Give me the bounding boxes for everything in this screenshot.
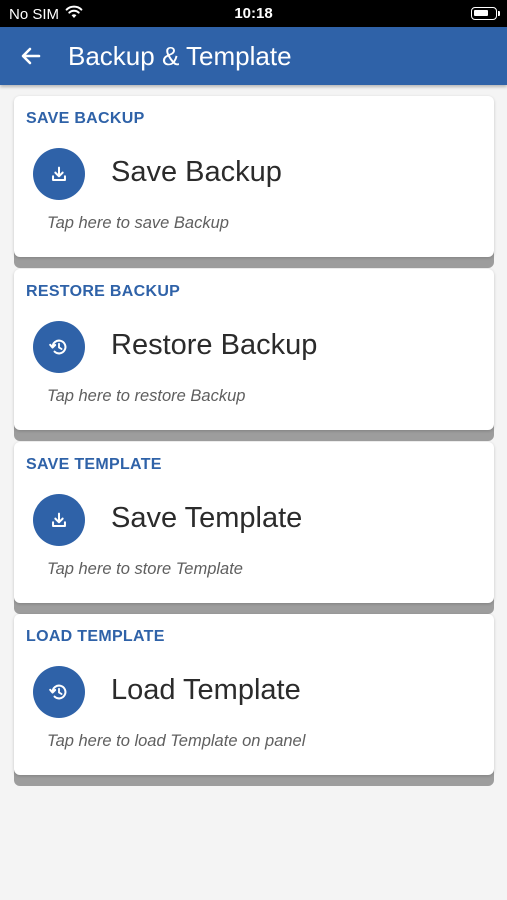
card-hint: Tap here to restore Backup	[47, 387, 246, 405]
restore-backup-card[interactable]: RESTORE BACKUP Restore Backup Tap here t…	[14, 269, 494, 441]
history-icon[interactable]	[33, 666, 85, 718]
section-label: RESTORE BACKUP	[26, 283, 181, 300]
battery-icon	[471, 7, 500, 20]
page-title: Backup & Template	[68, 41, 292, 71]
section-label: LOAD TEMPLATE	[26, 628, 165, 645]
card-hint: Tap here to load Template on panel	[47, 732, 306, 750]
app-bar: Backup & Template	[0, 27, 507, 85]
history-icon[interactable]	[33, 321, 85, 373]
card-body[interactable]: SAVE BACKUP Save Backup Tap here to save…	[14, 96, 494, 257]
card-title[interactable]: Load Template	[111, 674, 301, 707]
download-icon[interactable]	[33, 494, 85, 546]
card-body[interactable]: LOAD TEMPLATE Load Template Tap here to …	[14, 614, 494, 775]
status-bar: No SIM 10:18	[0, 0, 507, 27]
save-template-card[interactable]: SAVE TEMPLATE Save Template Tap here to …	[14, 442, 494, 614]
section-label: SAVE BACKUP	[26, 110, 145, 127]
card-body[interactable]: RESTORE BACKUP Restore Backup Tap here t…	[14, 269, 494, 430]
card-title[interactable]: Save Backup	[111, 156, 282, 189]
arrow-left-icon	[21, 47, 41, 65]
card-hint: Tap here to save Backup	[47, 214, 229, 232]
load-template-card[interactable]: LOAD TEMPLATE Load Template Tap here to …	[14, 614, 494, 786]
back-button[interactable]	[14, 39, 48, 73]
card-hint: Tap here to store Template	[47, 560, 243, 578]
section-label: SAVE TEMPLATE	[26, 456, 162, 473]
status-time: 10:18	[234, 5, 273, 22]
card-body[interactable]: SAVE TEMPLATE Save Template Tap here to …	[14, 442, 494, 603]
download-icon[interactable]	[33, 148, 85, 200]
card-title[interactable]: Save Template	[111, 502, 302, 535]
card-title[interactable]: Restore Backup	[111, 329, 317, 362]
save-backup-card[interactable]: SAVE BACKUP Save Backup Tap here to save…	[14, 96, 494, 268]
